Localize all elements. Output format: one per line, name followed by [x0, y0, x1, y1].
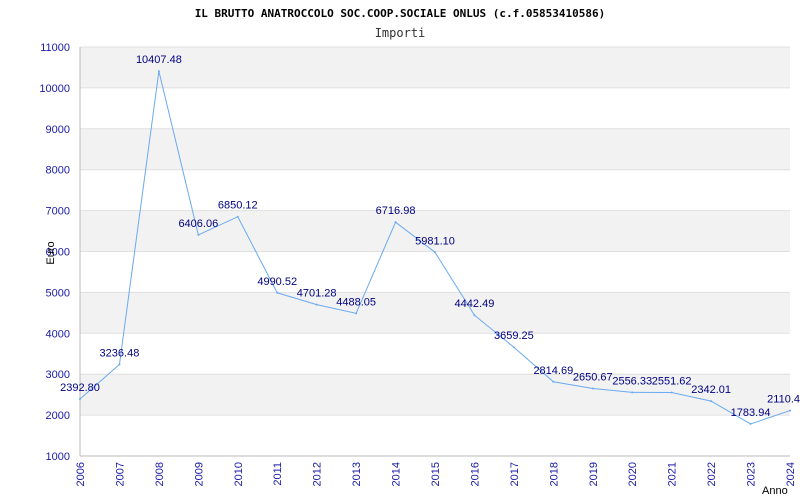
- x-tick-label: 2015: [430, 462, 442, 486]
- data-label: 3236.48: [100, 348, 140, 360]
- x-axis-label: Anno: [762, 485, 788, 497]
- x-tick-label: 2023: [746, 462, 758, 486]
- data-label: 2342.01: [691, 384, 731, 396]
- x-tick-labels: 2006 2007 2008 2009 2010 2011 2012 2013 2014 2015…: [75, 462, 797, 486]
- data-label: 5981.10: [415, 235, 455, 247]
- data-point: [394, 221, 397, 224]
- grid-band: [80, 292, 790, 334]
- data-label: 6406.06: [178, 218, 218, 230]
- data-point: [434, 251, 436, 254]
- y-tick-label: 1000: [46, 451, 70, 463]
- x-tick-label: 2024: [785, 462, 797, 486]
- y-tick-label: 11000: [40, 42, 70, 54]
- data-label: 2551.62: [652, 376, 692, 388]
- x-tick-label: 2018: [548, 462, 560, 486]
- y-tick-label: 3000: [46, 369, 70, 381]
- data-point: [710, 400, 713, 403]
- data-point: [276, 291, 279, 294]
- x-tick-label: 2012: [312, 462, 324, 486]
- data-point: [236, 215, 239, 218]
- data-label: 2392.80: [60, 382, 100, 394]
- y-tick-label: 9000: [46, 124, 70, 136]
- x-tick-label: 2021: [667, 462, 679, 486]
- x-tick-label: 2010: [233, 462, 245, 486]
- y-tick-label: 10000: [39, 83, 70, 95]
- data-label: 1783.94: [731, 407, 771, 419]
- y-tick-label: 5000: [46, 287, 70, 299]
- data-label: 4488.05: [336, 296, 376, 308]
- data-label: 4442.49: [455, 298, 495, 310]
- data-label: 3659.25: [494, 330, 534, 342]
- data-point: [315, 303, 318, 306]
- x-tick-label: 2013: [351, 462, 363, 486]
- x-tick-label: 2016: [469, 462, 481, 486]
- data-label: 2556.33: [612, 375, 652, 387]
- data-label: 2814.69: [533, 365, 573, 377]
- x-tick-label: 2008: [154, 462, 166, 486]
- y-tick-label: 8000: [46, 165, 70, 177]
- x-tick-label: 2009: [193, 462, 205, 486]
- y-axis-label: Euro: [45, 241, 57, 264]
- data-point: [79, 398, 81, 401]
- grid-band: [80, 128, 790, 170]
- x-tick-label: 2017: [509, 462, 521, 486]
- x-tick-label: 2011: [272, 462, 284, 486]
- x-tick-label: 2006: [75, 462, 87, 486]
- data-point: [749, 422, 752, 425]
- y-tick-label: 7000: [46, 206, 70, 218]
- x-tick-label: 2022: [706, 462, 718, 486]
- grid-band: [80, 47, 790, 88]
- x-tick-label: 2014: [391, 462, 403, 486]
- data-point: [789, 409, 791, 412]
- data-point: [591, 387, 594, 390]
- data-label: 6716.98: [376, 205, 416, 217]
- data-point: [118, 363, 121, 366]
- chart-subtitle: Importi: [375, 26, 426, 40]
- data-label: 4990.52: [257, 276, 297, 288]
- data-point: [473, 314, 476, 317]
- grid-bands: [80, 47, 790, 416]
- data-point: [631, 391, 634, 394]
- x-tick-label: 2019: [588, 462, 600, 486]
- data-label: 6850.12: [218, 200, 258, 212]
- data-point: [552, 380, 555, 383]
- data-point: [355, 312, 358, 315]
- data-point: [670, 391, 673, 394]
- line-chart: 1000200030004000500060007000800090001000…: [39, 7, 800, 497]
- data-point: [197, 233, 200, 236]
- data-label: 4701.28: [297, 288, 337, 300]
- data-label: 2110.4: [767, 394, 800, 406]
- y-tick-label: 2000: [46, 410, 70, 422]
- data-point: [157, 70, 160, 73]
- y-tick-label: 4000: [46, 328, 70, 340]
- data-label: 2650.67: [573, 371, 613, 383]
- chart-title: IL BRUTTO ANATROCCOLO SOC.COOP.SOCIALE O…: [195, 7, 606, 20]
- data-point: [512, 346, 515, 349]
- x-tick-label: 2020: [627, 462, 639, 486]
- x-tick-label: 2007: [114, 462, 126, 486]
- data-label: 10407.48: [136, 54, 182, 66]
